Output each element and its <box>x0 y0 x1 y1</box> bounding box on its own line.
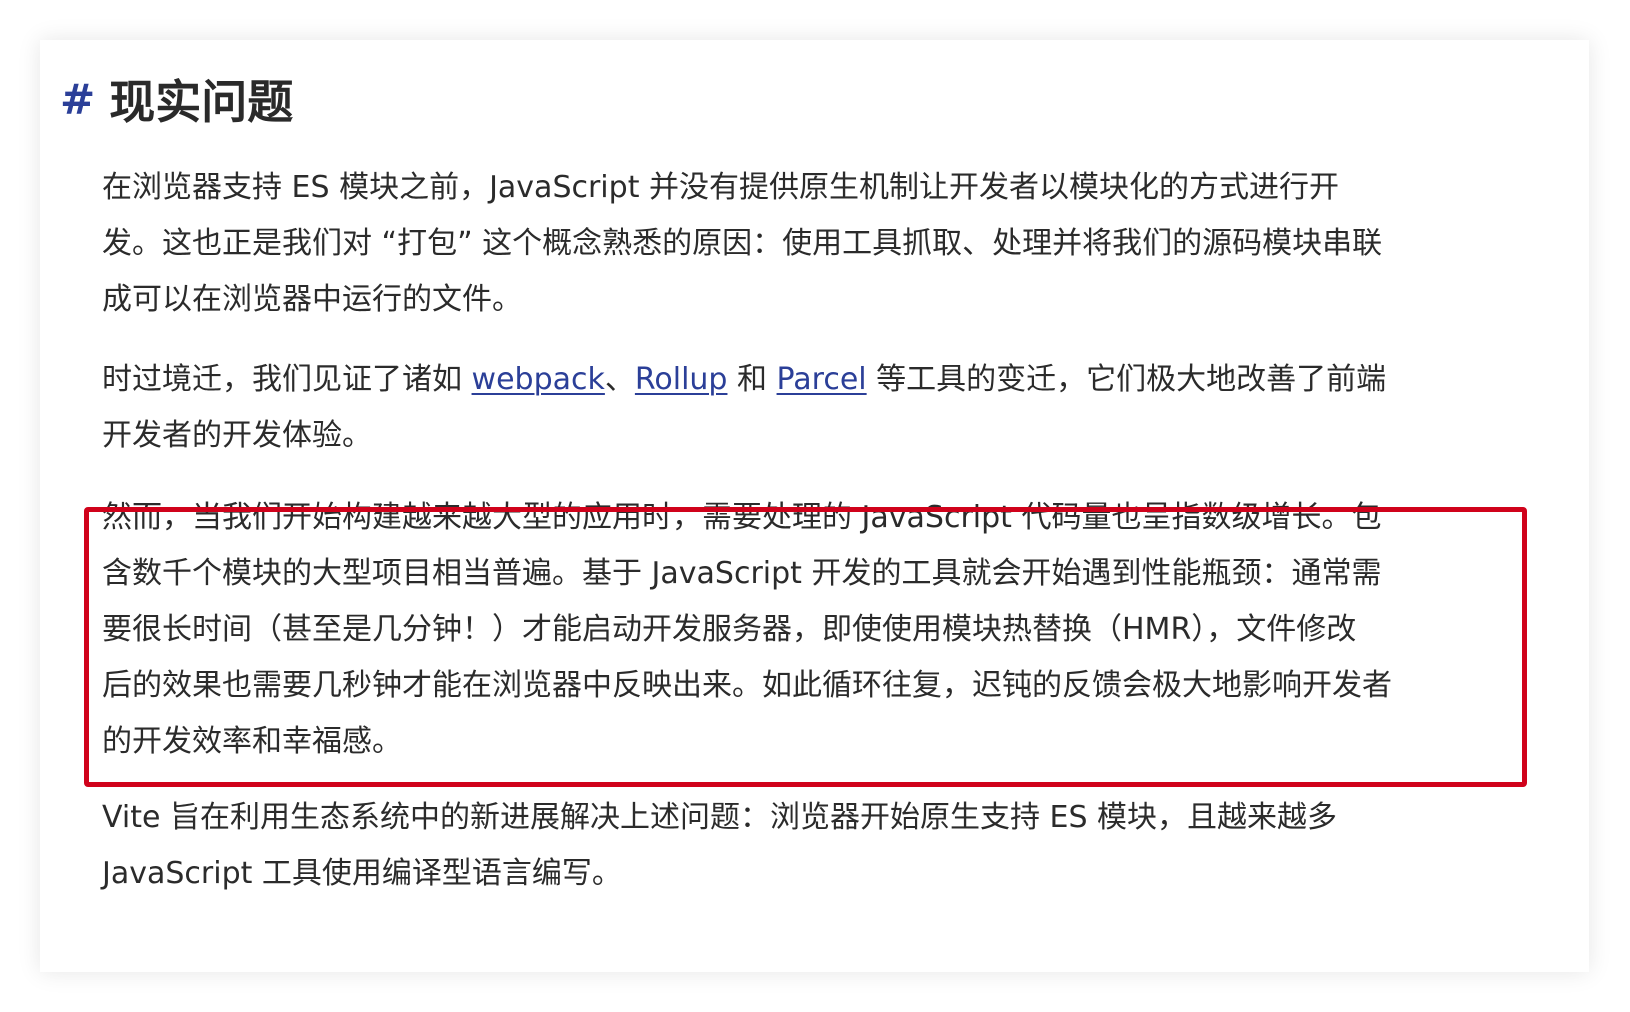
paragraph-2-text-after: 等工具的变迁，它们极大地改善了前端 <box>866 362 1387 397</box>
heading-anchor-link[interactable]: # <box>60 75 95 124</box>
paragraph-2: 时过境迁，我们见证了诸如 webpack、Rollup 和 Parcel 等工具… <box>102 352 1532 464</box>
paragraph-2-text-before: 时过境迁，我们见证了诸如 <box>102 362 472 397</box>
separator-text: 、 <box>604 362 635 397</box>
paragraph-4-line-1: Vite 旨在利用生态系统中的新进展解决上述问题：浏览器开始原生支持 ES 模块… <box>102 800 1338 835</box>
paragraph-1-line-1: 在浏览器支持 ES 模块之前，JavaScript 并没有提供原生机制让开发者以… <box>102 170 1339 205</box>
paragraph-1-line-3: 成可以在浏览器中运行的文件。 <box>102 282 522 317</box>
paragraph-1: 在浏览器支持 ES 模块之前，JavaScript 并没有提供原生机制让开发者以… <box>102 160 1532 328</box>
heading-title: 现实问题 <box>109 75 294 129</box>
section-heading: # 现实问题 <box>60 64 293 134</box>
parcel-link[interactable]: Parcel <box>777 362 867 397</box>
webpack-link[interactable]: webpack <box>472 362 605 397</box>
highlight-box <box>84 507 1527 787</box>
paragraph-4: Vite 旨在利用生态系统中的新进展解决上述问题：浏览器开始原生支持 ES 模块… <box>102 790 1532 902</box>
content-card: # 现实问题 在浏览器支持 ES 模块之前，JavaScript 并没有提供原生… <box>40 40 1589 972</box>
separator-text: 和 <box>727 362 777 397</box>
paragraph-2-line-2: 开发者的开发体验。 <box>102 418 372 453</box>
rollup-link[interactable]: Rollup <box>635 362 728 397</box>
paragraph-2-line-1: 时过境迁，我们见证了诸如 webpack、Rollup 和 Parcel 等工具… <box>102 352 1532 408</box>
paragraph-4-line-2: JavaScript 工具使用编译型语言编写。 <box>102 856 622 891</box>
paragraph-1-line-2: 发。这也正是我们对 “打包” 这个概念熟悉的原因：使用工具抓取、处理并将我们的源… <box>102 226 1383 261</box>
